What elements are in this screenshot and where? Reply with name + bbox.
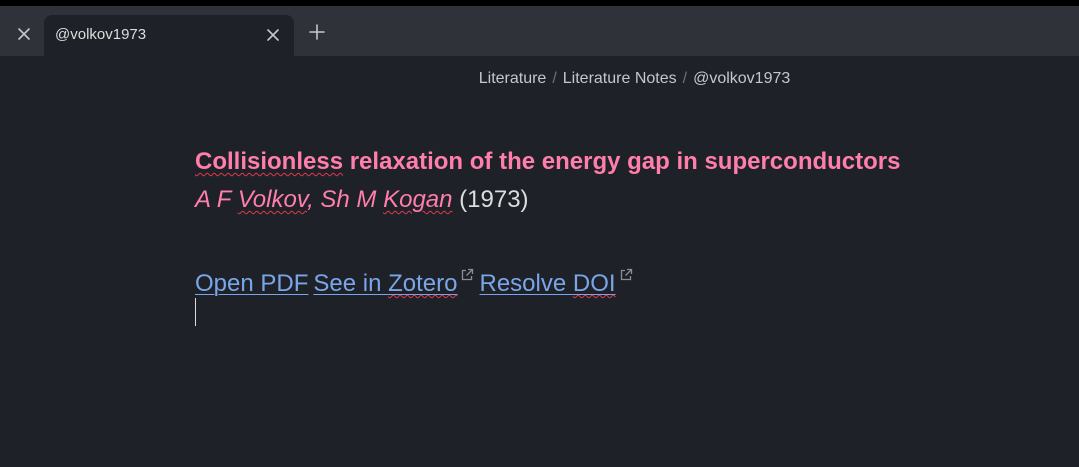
tab-title: @volkov1973	[55, 26, 147, 43]
see-in-zotero-link[interactable]: See in Zotero	[313, 270, 457, 297]
breadcrumb-item-literature-notes[interactable]: Literature Notes	[563, 70, 677, 87]
links-line: Open PDF See in Zotero Resolve DOI	[195, 259, 900, 300]
doi-link-word: DOI	[572, 270, 616, 297]
breadcrumb-item-current-note[interactable]: @volkov1973	[693, 70, 790, 87]
author-volkov: Volkov	[237, 186, 308, 213]
publication-year: (1973)	[452, 186, 529, 213]
text-cursor	[195, 298, 196, 326]
breadcrumb-separator: /	[682, 70, 688, 87]
author-separator: , Sh M	[307, 186, 384, 213]
note-editor[interactable]: Collisionless relaxation of the energy g…	[195, 146, 900, 300]
breadcrumb-separator: /	[552, 70, 557, 87]
close-icon[interactable]	[16, 26, 32, 42]
breadcrumb: Literature / Literature Notes / @volkov1973	[0, 70, 1079, 88]
tab-bar: @volkov1973	[0, 6, 1079, 56]
external-link-icon	[619, 259, 633, 281]
authors-line: A F Volkov, Sh M Kogan (1973)	[195, 184, 900, 216]
resolve-doi-link[interactable]: Resolve DOI	[479, 270, 615, 297]
open-pdf-link[interactable]: Open PDF	[195, 270, 308, 297]
author-initials: A F	[195, 186, 238, 213]
spellcheck-word: Collisionless	[195, 148, 344, 175]
title-text: relaxation of the energy gap in supercon…	[343, 148, 901, 175]
tab-volkov1973[interactable]: @volkov1973	[44, 15, 294, 56]
doi-link-prefix: Resolve	[479, 270, 573, 297]
author-kogan: Kogan	[383, 186, 453, 213]
tab-close-icon[interactable]	[266, 28, 280, 42]
zotero-link-word: Zotero	[388, 270, 458, 297]
note-title: Collisionless relaxation of the energy g…	[195, 146, 900, 178]
external-link-icon	[460, 259, 474, 281]
zotero-link-prefix: See in	[313, 270, 389, 297]
plus-icon[interactable]	[308, 23, 326, 41]
breadcrumb-item-literature[interactable]: Literature	[479, 70, 547, 87]
